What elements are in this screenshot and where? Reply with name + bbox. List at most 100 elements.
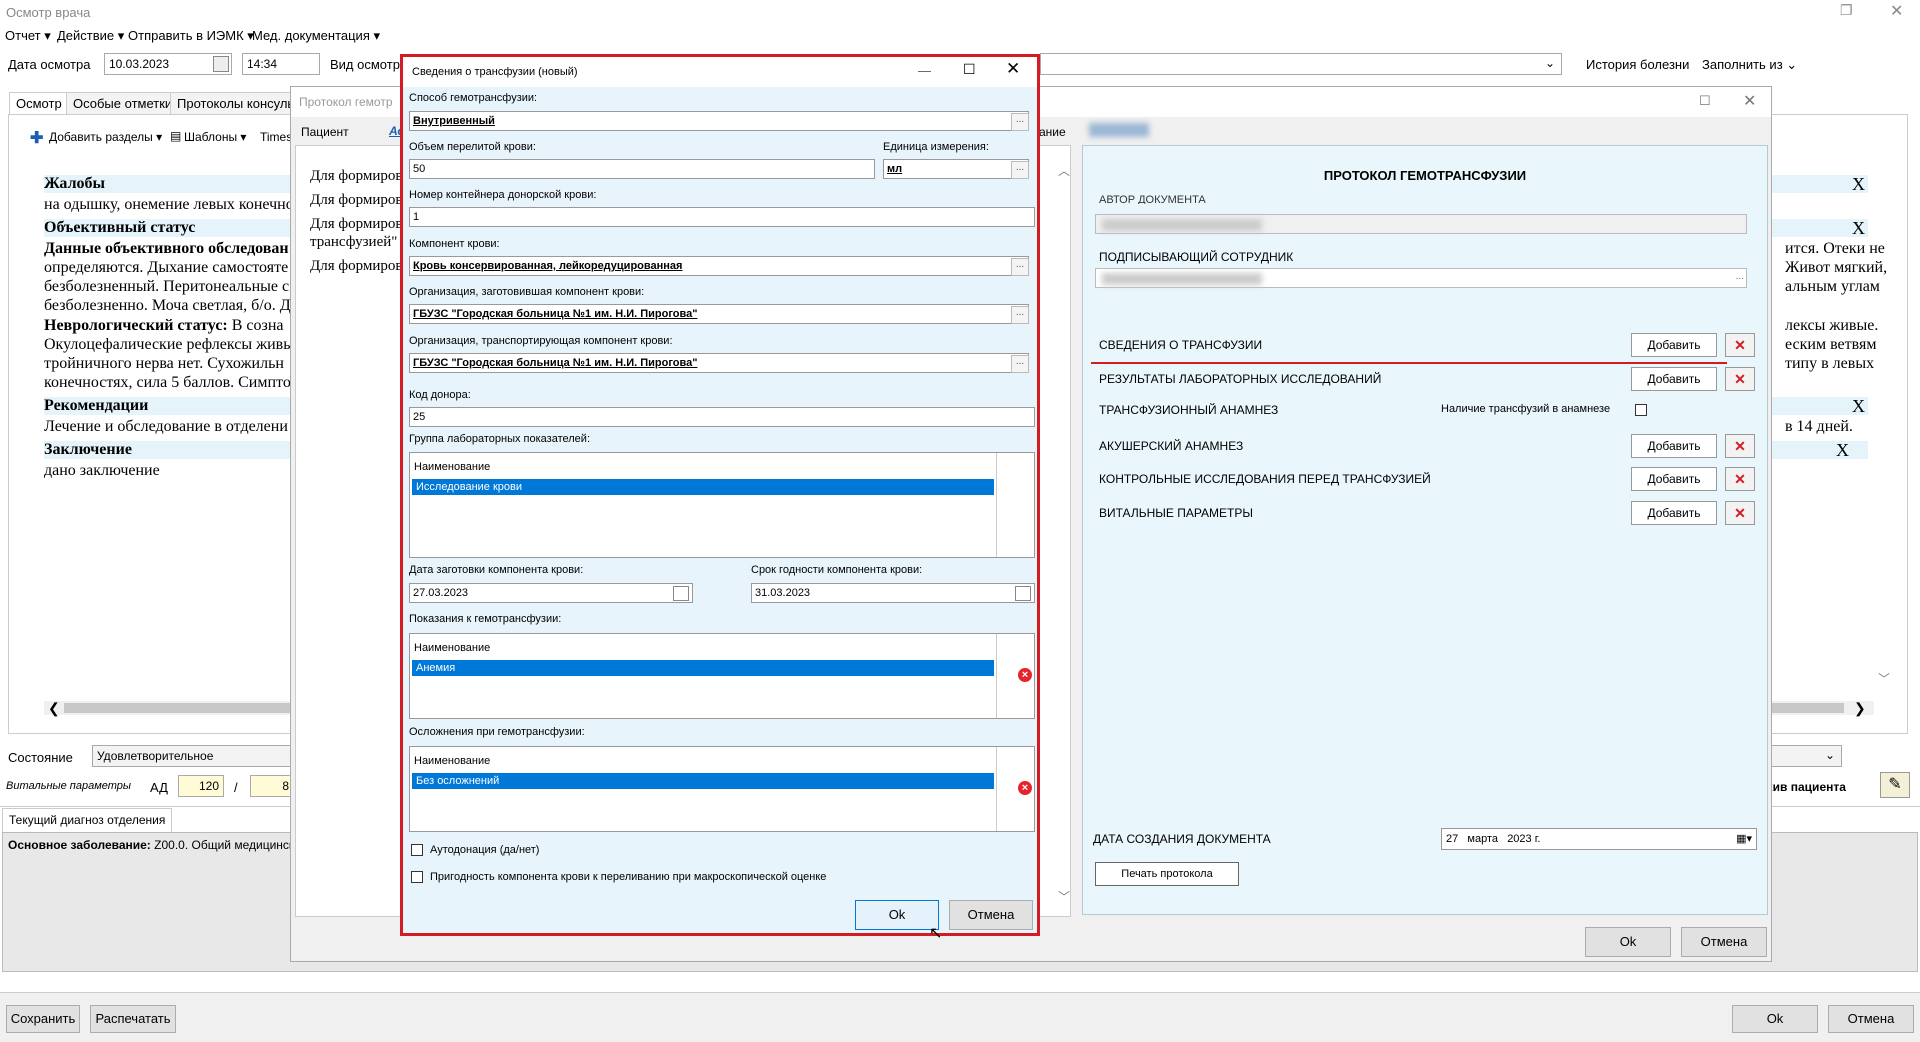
tab-exam[interactable]: Осмотр [9,92,69,114]
maximize-icon[interactable]: ☐ [1699,93,1711,109]
scroll-down-icon[interactable]: ﹀ [1878,670,1890,687]
tab-consult-protocols[interactable]: Протоколы консульт [170,92,307,114]
tab-current-diagnosis[interactable]: Текущий диагноз отделения [2,808,173,832]
print-button[interactable]: Распечатать [90,1005,176,1033]
history-button[interactable]: История болезни [1586,57,1689,72]
donor-label: Код донора: [409,389,471,401]
scroll-down-icon[interactable]: ﹀ [1058,888,1070,905]
autodonation-checkbox[interactable] [411,844,423,856]
org-prep-lookup-button[interactable]: ... [1011,306,1029,324]
protocol-cancel-button[interactable]: Отмена [1681,927,1767,957]
component-lookup-button[interactable]: ... [1011,258,1029,276]
calendar-icon[interactable] [213,56,229,72]
menu-med-docs[interactable]: Мед. документация ▾ [252,28,380,44]
org-prep-field[interactable]: ГБУЗС "Городская больница №1 им. Н.И. Пи… [409,304,1029,324]
history-checkbox[interactable] [1635,404,1647,416]
suitability-checkbox[interactable] [411,871,423,883]
menu-report[interactable]: Отчет ▾ [5,28,51,44]
scroll-left-icon[interactable]: ❮ [48,700,60,717]
doc-line: безболезненно. Моча светлая, б/о. Д [44,297,291,314]
remove-section-icon[interactable]: X [1836,440,1849,461]
close-icon[interactable]: ✕ [1006,59,1020,79]
main-cancel-button[interactable]: Отмена [1828,1005,1914,1033]
main-ok-button[interactable]: Ok [1732,1005,1818,1033]
expiry-date-input[interactable]: 31.03.2023 [751,583,1035,603]
print-protocol-button[interactable]: Печать протокола [1095,862,1239,886]
section-transfusion-info: СВЕДЕНИЯ О ТРАНСФУЗИИ [1099,338,1263,352]
exam-date-label: Дата осмотра [8,57,91,72]
tab-special-marks[interactable]: Особые отметки [66,92,180,114]
delete-icon[interactable]: ✕ [1725,367,1755,391]
delete-icon[interactable]: ✕ [1725,467,1755,491]
remove-section-icon[interactable]: X [1852,174,1865,195]
method-label: Способ гемотрансфузии: [409,92,538,104]
container-input[interactable]: 1 [409,207,1035,227]
close-icon[interactable]: ✕ [1890,1,1903,21]
font-select[interactable]: Times [260,130,292,144]
maximize-icon[interactable]: ☐ [963,61,976,78]
add-sections-button[interactable]: Добавить разделы ▾ [49,130,162,144]
remove-section-icon[interactable]: X [1852,218,1865,239]
remove-section-icon[interactable]: X [1852,396,1865,417]
org-trans-field[interactable]: ГБУЗС "Городская больница №1 им. Н.И. Пи… [409,353,1029,373]
add-obstetric-button[interactable]: Добавить [1631,434,1717,458]
calendar-icon[interactable] [1015,586,1031,601]
delete-icon[interactable]: ✕ [1725,434,1755,458]
dialog-cancel-button[interactable]: Отмена [949,900,1033,930]
add-control-tests-button[interactable]: Добавить [1631,467,1717,491]
minimize-icon[interactable]: — [918,63,931,78]
dialog-ok-button[interactable]: Ok [855,900,939,930]
restore-icon[interactable]: ❐ [1840,2,1853,19]
ad-systolic-input[interactable]: 120 [178,775,224,797]
component-label: Компонент крови: [409,238,500,250]
section-obstetric-history: АКУШЕРСКИЙ АНАМНЕЗ [1099,439,1244,453]
add-vital-params-button[interactable]: Добавить [1631,501,1717,525]
add-lab-results-button[interactable]: Добавить [1631,367,1717,391]
volume-input[interactable]: 50 [409,159,875,179]
fill-from-button[interactable]: Заполнить из ⌄ [1702,57,1797,73]
org-trans-lookup-button[interactable]: ... [1011,355,1029,373]
doc-line: еским ветвям [1785,336,1877,353]
calendar-icon[interactable] [673,586,689,601]
add-transfusion-info-button[interactable]: Добавить [1631,333,1717,357]
menu-send-iemk[interactable]: Отправить в ИЭМК ▾ [128,28,254,44]
doc-line: в 14 дней. [1785,418,1853,435]
menu-action[interactable]: Действие ▾ [57,28,124,44]
scroll-up-icon[interactable]: ︿ [1058,162,1070,179]
prep-date-input[interactable]: 27.03.2023 [409,583,693,603]
grid-row-selected[interactable]: Анемия [412,660,994,676]
close-icon[interactable]: ✕ [1743,91,1756,111]
complications-grid[interactable]: Наименование Без осложнений × [409,746,1035,832]
created-date-input[interactable]: 27 марта 2023 г. ▦▾ [1441,828,1757,850]
calendar-icon[interactable]: ▦▾ [1736,832,1752,845]
patient-archive-button[interactable]: хив пациента [1766,780,1846,794]
state-select[interactable]: Удовлетворительное [92,745,292,767]
indications-grid[interactable]: Наименование Анемия × [409,633,1035,719]
method-lookup-button[interactable]: ... [1011,113,1029,131]
org-trans-label: Организация, транспортирующая компонент … [409,335,673,347]
component-field[interactable]: Кровь консервированная, лейкоредуцирован… [409,256,1029,276]
protocol-ok-button[interactable]: Ok [1585,927,1671,957]
doc-line: безболезненный. Перитонеальные с [44,278,290,295]
save-button[interactable]: Сохранить [6,1005,80,1033]
lab-group-grid[interactable]: Наименование Исследование крови [409,452,1035,558]
delete-icon[interactable]: ✕ [1725,333,1755,357]
exam-kind-select[interactable]: ⌄ [1040,53,1562,75]
author-field[interactable] [1095,214,1747,234]
unit-lookup-button[interactable]: ... [1011,161,1029,179]
state-select-right[interactable]: ⌄ [1770,745,1842,767]
delete-icon[interactable]: ✕ [1725,501,1755,525]
grid-row-selected[interactable]: Без осложнений [412,773,994,789]
remove-row-icon[interactable]: × [1018,781,1032,795]
templates-button[interactable]: Шаблоны ▾ [184,130,246,144]
exam-time-input[interactable]: 14:34 [242,53,320,75]
scroll-right-icon[interactable]: ❯ [1854,700,1866,717]
unit-field[interactable]: мл [883,159,1029,179]
book-icon[interactable]: ✎ [1880,772,1910,798]
donor-input[interactable]: 25 [409,407,1035,427]
grid-row-selected[interactable]: Исследование крови [412,479,994,495]
ad-diastolic-input[interactable]: 8 [250,775,294,797]
remove-row-icon[interactable]: × [1018,668,1032,682]
signer-field[interactable]: ... [1095,268,1747,288]
method-field[interactable]: Внутривенный [409,111,1029,131]
